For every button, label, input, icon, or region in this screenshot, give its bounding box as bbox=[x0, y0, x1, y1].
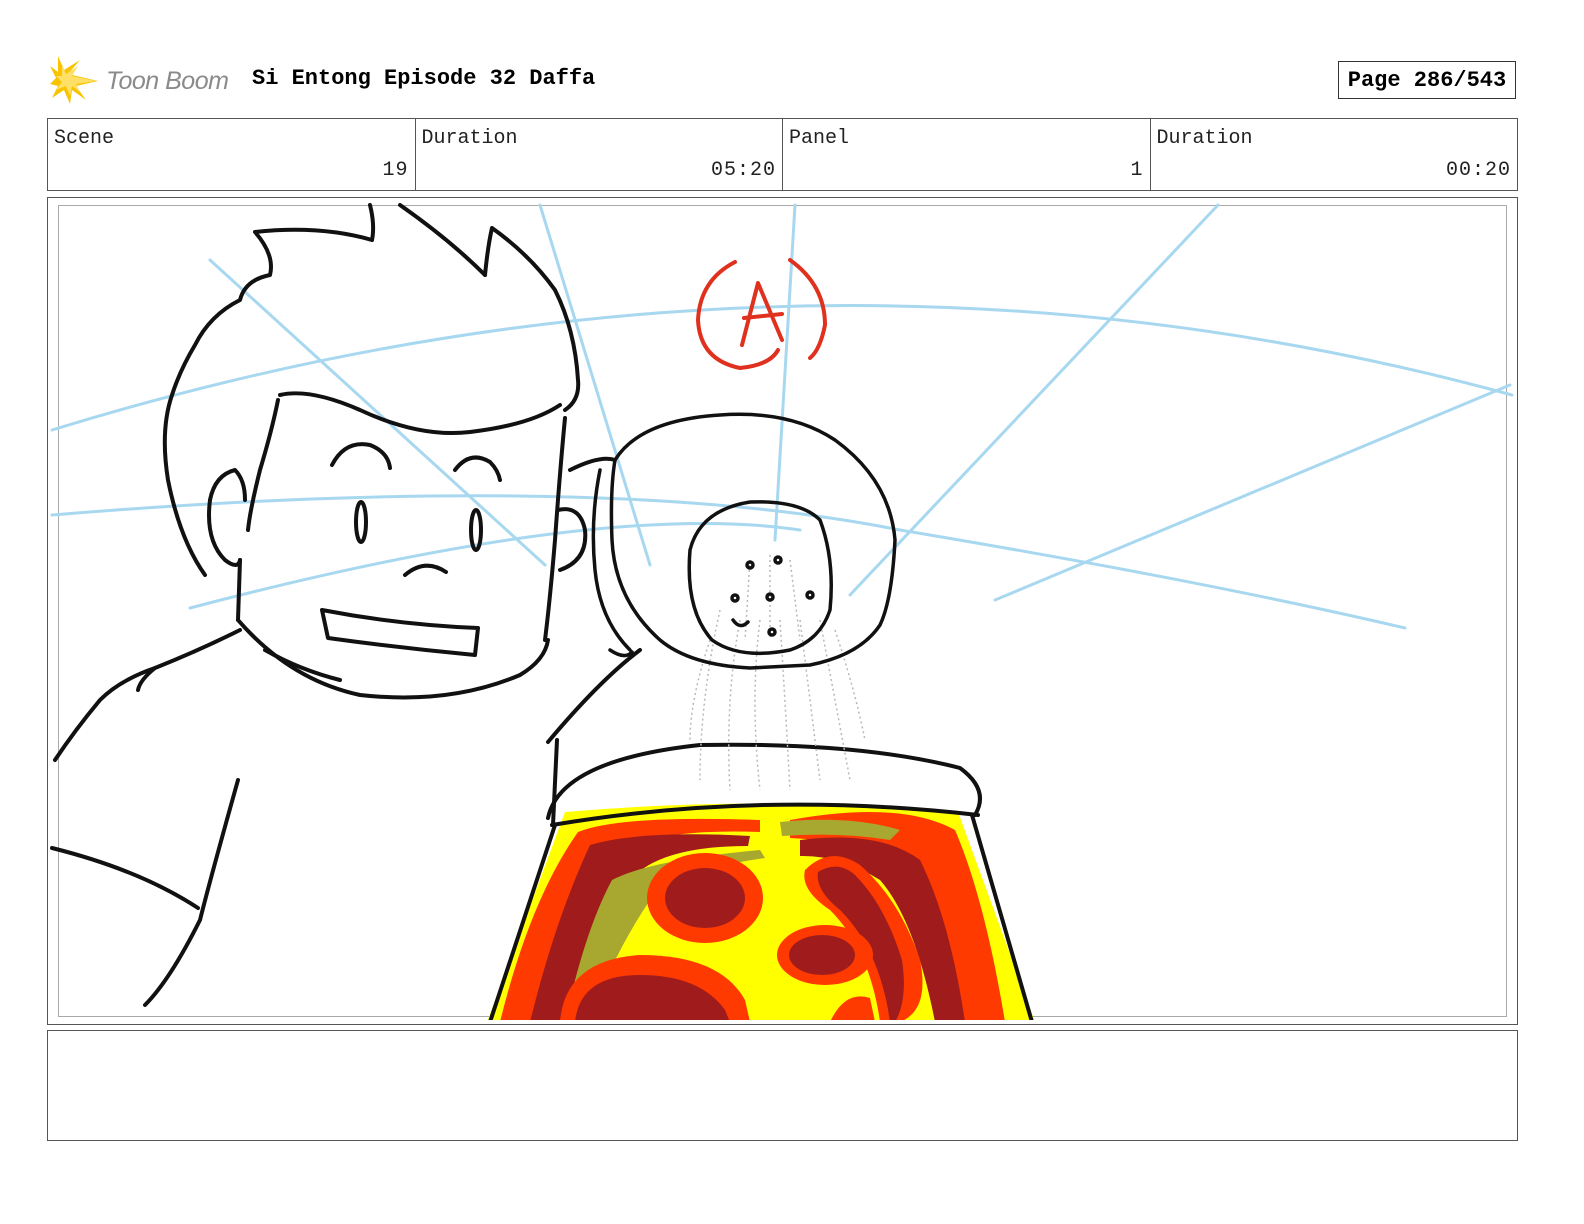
logo-wordmark: Toon Boom bbox=[106, 66, 229, 95]
page-number: Page 286/543 bbox=[1347, 67, 1507, 93]
scene-value: 19 bbox=[382, 159, 409, 182]
scene-duration-cell: Duration 05:20 bbox=[416, 119, 783, 190]
panel-value: 1 bbox=[1130, 159, 1144, 182]
panel-duration-label: Duration bbox=[1156, 127, 1253, 150]
panel-duration-cell: Duration 00:20 bbox=[1151, 119, 1518, 190]
pizza bbox=[487, 803, 1035, 1020]
scene-info-table: Scene 19 Duration 05:20 Panel 1 Duration… bbox=[47, 118, 1518, 191]
panel-label: Panel bbox=[789, 127, 850, 150]
salt-stream bbox=[689, 555, 866, 791]
document-title: Si Entong Episode 32 Daffa bbox=[252, 66, 596, 91]
notes-box[interactable] bbox=[47, 1030, 1518, 1141]
salt-shaker bbox=[591, 412, 897, 670]
scene-duration-label: Duration bbox=[421, 127, 518, 150]
scene-duration-value: 05:20 bbox=[710, 159, 776, 182]
scene-cell: Scene 19 bbox=[48, 119, 416, 190]
panel-cell: Panel 1 bbox=[783, 119, 1151, 190]
storyboard-sketch bbox=[50, 203, 1514, 1020]
panel-duration-value: 00:20 bbox=[1445, 159, 1511, 182]
shot-marker bbox=[696, 258, 827, 370]
starburst-icon bbox=[50, 56, 98, 104]
toon-boom-logo: Toon Boom bbox=[50, 56, 229, 106]
page-number-box: Page 286/543 bbox=[1338, 61, 1516, 99]
scene-label: Scene bbox=[54, 127, 115, 150]
